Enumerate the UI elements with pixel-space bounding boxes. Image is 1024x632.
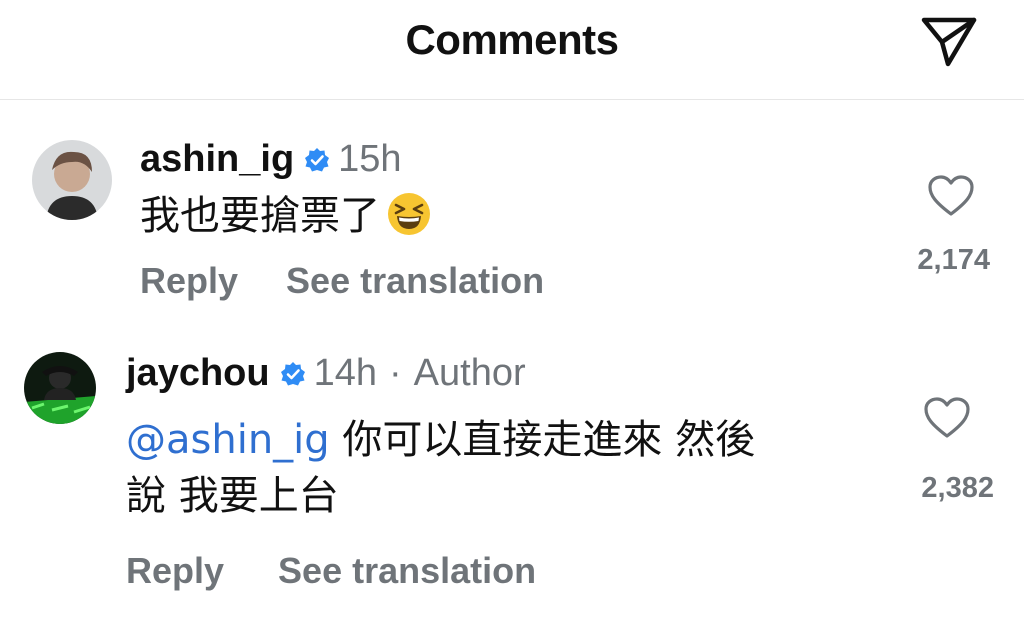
page-title: Comments: [405, 16, 619, 63]
reply-button[interactable]: Reply: [140, 260, 238, 302]
share-button[interactable]: [918, 14, 980, 70]
like-button[interactable]: [923, 396, 971, 440]
comment-body: 我也要搶票了: [140, 193, 380, 239]
username[interactable]: jaychou: [126, 352, 270, 395]
like-button[interactable]: [927, 174, 975, 218]
meta-separator: ·: [389, 352, 402, 394]
author-label: Author: [413, 352, 526, 394]
reply-button[interactable]: Reply: [126, 550, 224, 592]
comment-body-line1: 你可以直接走進來 然後: [329, 417, 756, 463]
comment-time: 14h: [313, 352, 378, 394]
comment-meta: jaychou 14h · Author: [126, 352, 526, 395]
like-count: 2,174: [917, 244, 990, 276]
comment-item: jaychou 14h · Author @ashin_ig 你可以直接走進來 …: [0, 346, 1024, 616]
comments-header: Comments: [0, 0, 1024, 100]
comment-body-line2: 說 我要上台: [126, 473, 339, 519]
grinning-squinting-face-icon: [388, 193, 430, 235]
comment-item: ashin_ig 15h 我也要搶票了 Reply See translatio…: [0, 130, 1024, 330]
heart-icon: [928, 175, 974, 216]
avatar-image: [24, 352, 96, 424]
comment-actions: Reply See translation: [126, 550, 536, 592]
comment-time: 15h: [338, 138, 402, 180]
paper-plane-icon: [921, 17, 977, 67]
comment-text: @ashin_ig 你可以直接走進來 然後 說 我要上台: [126, 412, 886, 524]
comment-meta: ashin_ig 15h: [140, 138, 402, 181]
username[interactable]: ashin_ig: [140, 138, 294, 181]
see-translation-button[interactable]: See translation: [278, 550, 536, 592]
avatar-image: [32, 140, 112, 220]
avatar[interactable]: [32, 140, 112, 220]
comment-actions: Reply See translation: [140, 260, 544, 302]
verified-badge-icon: [305, 147, 330, 171]
mention-link[interactable]: @ashin_ig: [126, 417, 330, 463]
see-translation-button[interactable]: See translation: [286, 260, 544, 302]
avatar[interactable]: [24, 352, 96, 424]
comment-text: 我也要搶票了: [140, 188, 432, 244]
heart-icon: [924, 397, 970, 438]
like-count: 2,382: [921, 472, 994, 504]
verified-badge-icon: [280, 361, 305, 385]
